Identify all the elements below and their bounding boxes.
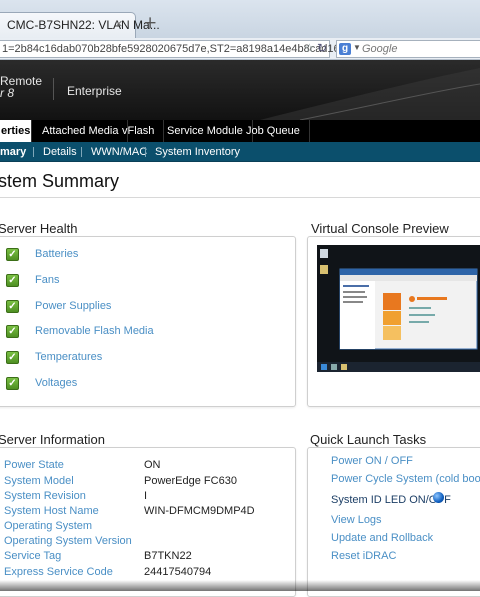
app-header: Remote r 8 Enterprise <box>0 60 480 120</box>
sub-tab-bar: mary Details WWN/MAC System Inventory <box>0 142 480 162</box>
info-value-system-host-name: WIN-DFMCM9DMP4D <box>144 505 255 517</box>
browser-tab-strip: CMC-B7SHN22: VLAN Ma... × + <box>0 0 480 38</box>
info-value-power-state: ON <box>144 459 161 471</box>
status-ok-icon: ✓ <box>6 351 19 364</box>
subtab-separator <box>145 147 146 157</box>
new-tab-icon[interactable]: + <box>143 13 157 33</box>
bottom-shadow <box>0 580 480 591</box>
info-value-system-model: PowerEdge FC630 <box>144 475 237 487</box>
status-ok-icon: ✓ <box>6 248 19 261</box>
virtual-console-title: Virtual Console Preview <box>311 221 449 236</box>
power-cycle-link[interactable]: Power Cycle System (cold boot) <box>331 473 480 485</box>
main-tab-bar: erties Attached Media vFlash Service Mod… <box>0 120 480 142</box>
reset-idrac-link[interactable]: Reset iDRAC <box>331 550 396 562</box>
brand-subtitle: r 8 <box>0 86 15 100</box>
page-title: stem Summary <box>0 171 120 191</box>
subtab-wwn-mac[interactable]: WWN/MAC <box>91 142 147 162</box>
divider <box>0 197 480 198</box>
virtual-console-preview[interactable] <box>317 245 480 372</box>
server-health-title: Server Health <box>0 221 78 236</box>
info-label-service-tag: Service Tag <box>4 550 62 562</box>
subtab-separator <box>33 147 34 157</box>
tab-properties[interactable]: erties <box>0 120 32 142</box>
chevron-down-icon[interactable]: ▼ <box>353 43 361 52</box>
browser-toolbar: 1=2b84c16dab070b28bfe5928020675d7e,ST2=a… <box>0 38 480 60</box>
browser-tab[interactable]: CMC-B7SHN22: VLAN Ma... × <box>0 12 160 38</box>
header-divider <box>53 78 54 100</box>
subtab-system-inventory[interactable]: System Inventory <box>155 142 240 162</box>
tab-job-queue[interactable]: Job Queue <box>237 120 310 142</box>
led-status-icon <box>433 492 444 503</box>
view-logs-link[interactable]: View Logs <box>331 514 382 526</box>
search-placeholder: Google <box>362 43 398 55</box>
info-value-system-revision: I <box>144 490 148 502</box>
info-label-operating-system: Operating System <box>4 520 93 532</box>
subtab-details[interactable]: Details <box>43 142 77 162</box>
power-on-off-link[interactable]: Power ON / OFF <box>331 455 413 467</box>
health-link-power-supplies[interactable]: Power Supplies <box>35 300 111 312</box>
tab-vflash[interactable]: vFlash <box>113 120 165 142</box>
info-label-system-host-name: System Host Name <box>4 505 99 517</box>
health-link-temperatures[interactable]: Temperatures <box>35 351 102 363</box>
search-input[interactable]: g ▼ Google <box>336 40 480 58</box>
edition-label: Enterprise <box>67 84 122 98</box>
status-ok-icon: ✓ <box>6 377 19 390</box>
info-label-system-model: System Model <box>4 475 74 487</box>
browser-tab-title: CMC-B7SHN22: VLAN Ma... <box>7 18 160 32</box>
reload-icon[interactable]: ↻ <box>317 41 327 55</box>
google-icon[interactable]: g <box>339 43 351 55</box>
subtab-summary[interactable]: mary <box>0 142 26 162</box>
info-value-service-tag: B7TKN22 <box>144 550 192 562</box>
status-ok-icon: ✓ <box>6 325 19 338</box>
subtab-separator <box>81 147 82 157</box>
update-rollback-link[interactable]: Update and Rollback <box>331 532 433 544</box>
server-information-title: Server Information <box>0 432 105 447</box>
info-label-system-revision: System Revision <box>4 490 86 502</box>
close-icon[interactable]: × <box>115 16 123 31</box>
bookmark-star-icon[interactable]: ☆ <box>304 41 315 55</box>
info-label-operating-system-version: Operating System Version <box>4 535 132 547</box>
info-label-power-state: Power State <box>4 459 64 471</box>
quick-launch-title: Quick Launch Tasks <box>310 432 427 447</box>
info-value-express-service-code: 24417540794 <box>144 566 212 578</box>
status-ok-icon: ✓ <box>6 274 19 287</box>
address-bar[interactable]: 1=2b84c16dab070b28bfe5928020675d7e,ST2=a… <box>0 40 409 58</box>
health-link-voltages[interactable]: Voltages <box>35 377 77 389</box>
health-link-fans[interactable]: Fans <box>35 274 59 286</box>
info-label-express-service-code: Express Service Code <box>4 566 113 578</box>
health-link-removable-flash-media[interactable]: Removable Flash Media <box>35 325 154 337</box>
health-link-batteries[interactable]: Batteries <box>35 248 78 260</box>
status-ok-icon: ✓ <box>6 300 19 313</box>
